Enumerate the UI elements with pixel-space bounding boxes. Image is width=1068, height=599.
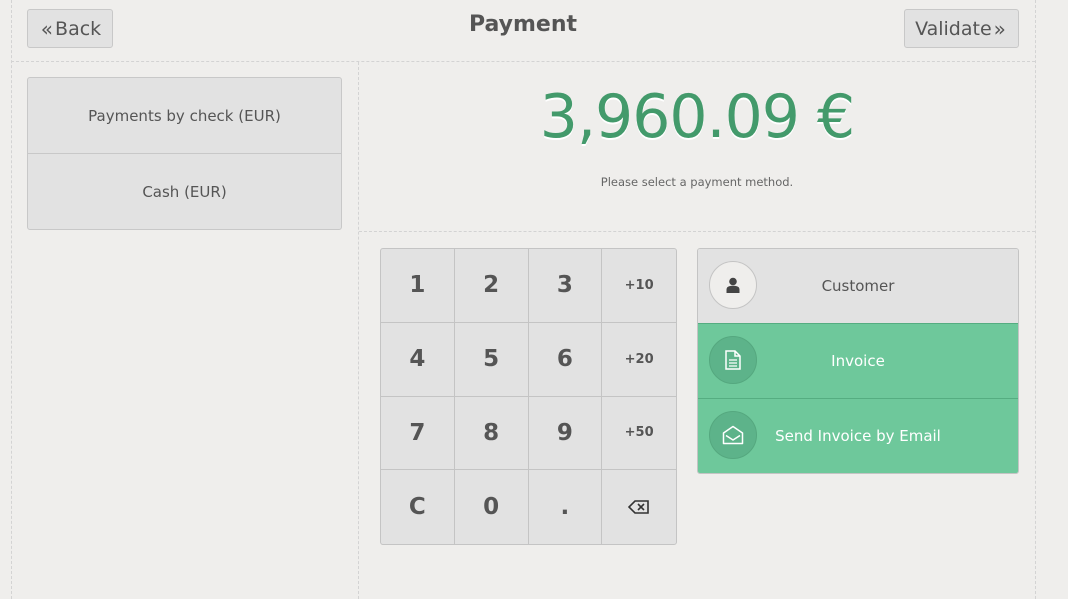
document-icon xyxy=(725,350,741,370)
customer-label: Customer xyxy=(821,277,895,295)
send-invoice-email-button[interactable]: Send Invoice by Email xyxy=(698,398,1018,473)
numpad-key-1[interactable]: 1 xyxy=(381,249,455,323)
validate-button[interactable]: Validate » xyxy=(904,9,1019,48)
validate-label: Validate xyxy=(915,17,992,40)
frame-border-right xyxy=(1035,0,1036,599)
numpad-key-8[interactable]: 8 xyxy=(454,396,529,471)
send-invoice-email-label: Send Invoice by Email xyxy=(775,427,941,445)
numpad-key-plus50[interactable]: +50 xyxy=(602,397,676,471)
payment-method-list: Payments by check (EUR) Cash (EUR) xyxy=(27,77,342,230)
frame-border-left xyxy=(11,0,12,599)
invoice-label: Invoice xyxy=(831,352,885,370)
numpad-key-clear[interactable]: C xyxy=(381,470,455,544)
payment-method-cash[interactable]: Cash (EUR) xyxy=(28,153,341,229)
customer-button[interactable]: Customer xyxy=(698,249,1018,323)
numpad-key-6[interactable]: 6 xyxy=(528,322,603,397)
payment-method-check[interactable]: Payments by check (EUR) xyxy=(28,78,341,153)
total-amount: 3,960.09 € xyxy=(539,82,855,152)
numpad-key-9[interactable]: 9 xyxy=(528,396,603,471)
numpad-key-decimal[interactable]: . xyxy=(529,470,603,544)
numpad-key-4[interactable]: 4 xyxy=(381,322,455,397)
email-icon-circle xyxy=(709,411,757,459)
page-title: Payment xyxy=(468,12,578,37)
invoice-icon-circle xyxy=(709,336,757,384)
invoice-button[interactable]: Invoice xyxy=(698,323,1018,398)
user-icon xyxy=(726,277,740,293)
summary-divider xyxy=(359,231,1035,232)
envelope-open-icon xyxy=(722,425,744,445)
numpad: 1 2 3 +10 4 5 6 +20 7 8 9 +50 C 0 . xyxy=(380,248,677,545)
numpad-key-3[interactable]: 3 xyxy=(528,249,603,323)
payment-actions: Customer Invoice Send Invoice by Email xyxy=(697,248,1019,474)
header-divider xyxy=(11,61,1035,62)
numpad-key-2[interactable]: 2 xyxy=(454,249,529,323)
numpad-key-5[interactable]: 5 xyxy=(454,322,529,397)
numpad-key-plus20[interactable]: +20 xyxy=(602,323,676,397)
double-chevron-right-icon: » xyxy=(993,16,1006,41)
numpad-key-0[interactable]: 0 xyxy=(455,470,529,544)
numpad-key-7[interactable]: 7 xyxy=(381,396,455,471)
customer-icon-circle xyxy=(709,261,757,309)
backspace-icon xyxy=(628,500,649,514)
numpad-key-backspace[interactable] xyxy=(602,470,676,544)
numpad-key-plus10[interactable]: +10 xyxy=(602,249,676,323)
payment-hint: Please select a payment method. xyxy=(600,175,794,189)
